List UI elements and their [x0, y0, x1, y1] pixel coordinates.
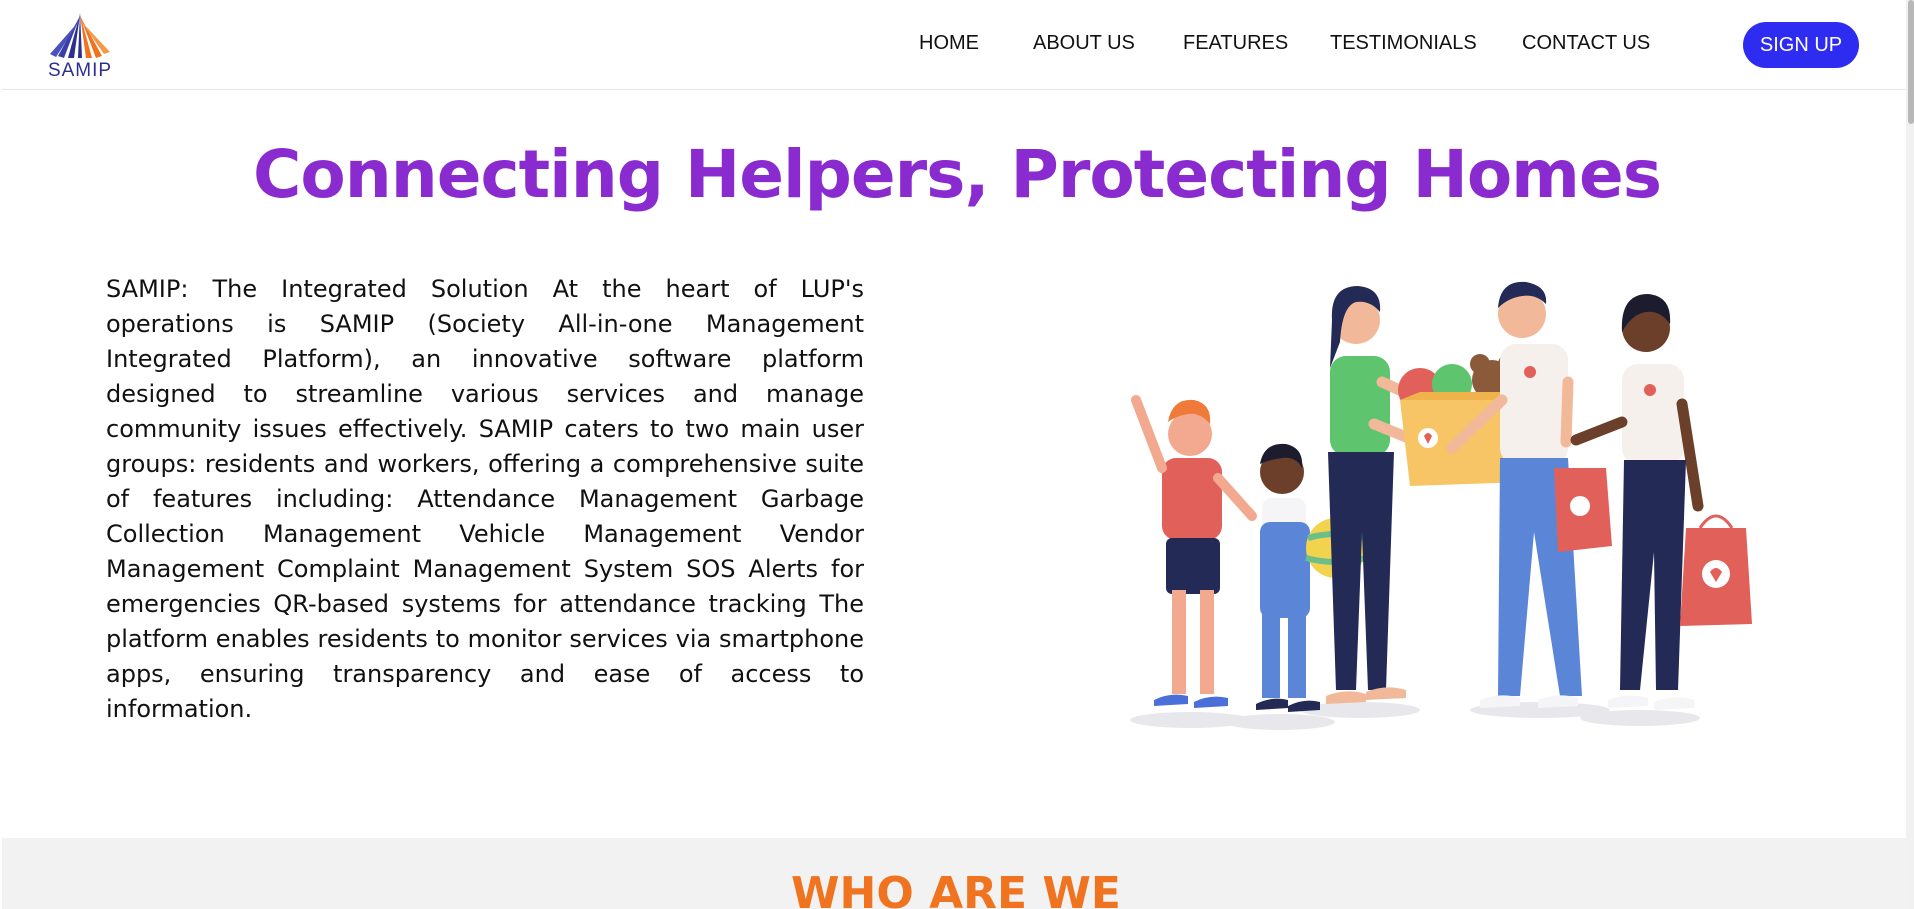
- nav-home-link[interactable]: HOME: [919, 32, 979, 55]
- scrollbar-thumb[interactable]: [1908, 0, 1914, 124]
- community-illustration: [1060, 272, 1760, 732]
- nav-about-link[interactable]: ABOUT US: [1033, 32, 1135, 55]
- site-header: SAMIP HOME ABOUT US FEATURES TESTIMONIAL…: [2, 0, 1910, 90]
- sign-up-button[interactable]: SIGN UP: [1743, 22, 1859, 68]
- who-are-we-heading: WHO ARE WE: [791, 868, 1121, 909]
- hero-title: Connecting Helpers, Protecting Homes: [252, 136, 1662, 213]
- page: SAMIP HOME ABOUT US FEATURES TESTIMONIAL…: [0, 0, 1914, 909]
- hero-description: SAMIP: The Integrated Solution At the he…: [106, 275, 864, 723]
- nav-features-link[interactable]: FEATURES: [1183, 32, 1288, 55]
- people-sharing-box-illustration: [1130, 281, 1752, 730]
- nav-testimonials-link[interactable]: TESTIMONIALS: [1330, 32, 1477, 55]
- page-scrollbar[interactable]: [1906, 0, 1914, 909]
- samip-logo[interactable]: SAMIP: [42, 8, 118, 84]
- logo-rays-icon: [50, 12, 110, 58]
- who-are-we-section: WHO ARE WE: [2, 838, 1910, 909]
- logo-wordmark: SAMIP: [47, 60, 113, 81]
- nav-contact-link[interactable]: CONTACT US: [1522, 32, 1650, 55]
